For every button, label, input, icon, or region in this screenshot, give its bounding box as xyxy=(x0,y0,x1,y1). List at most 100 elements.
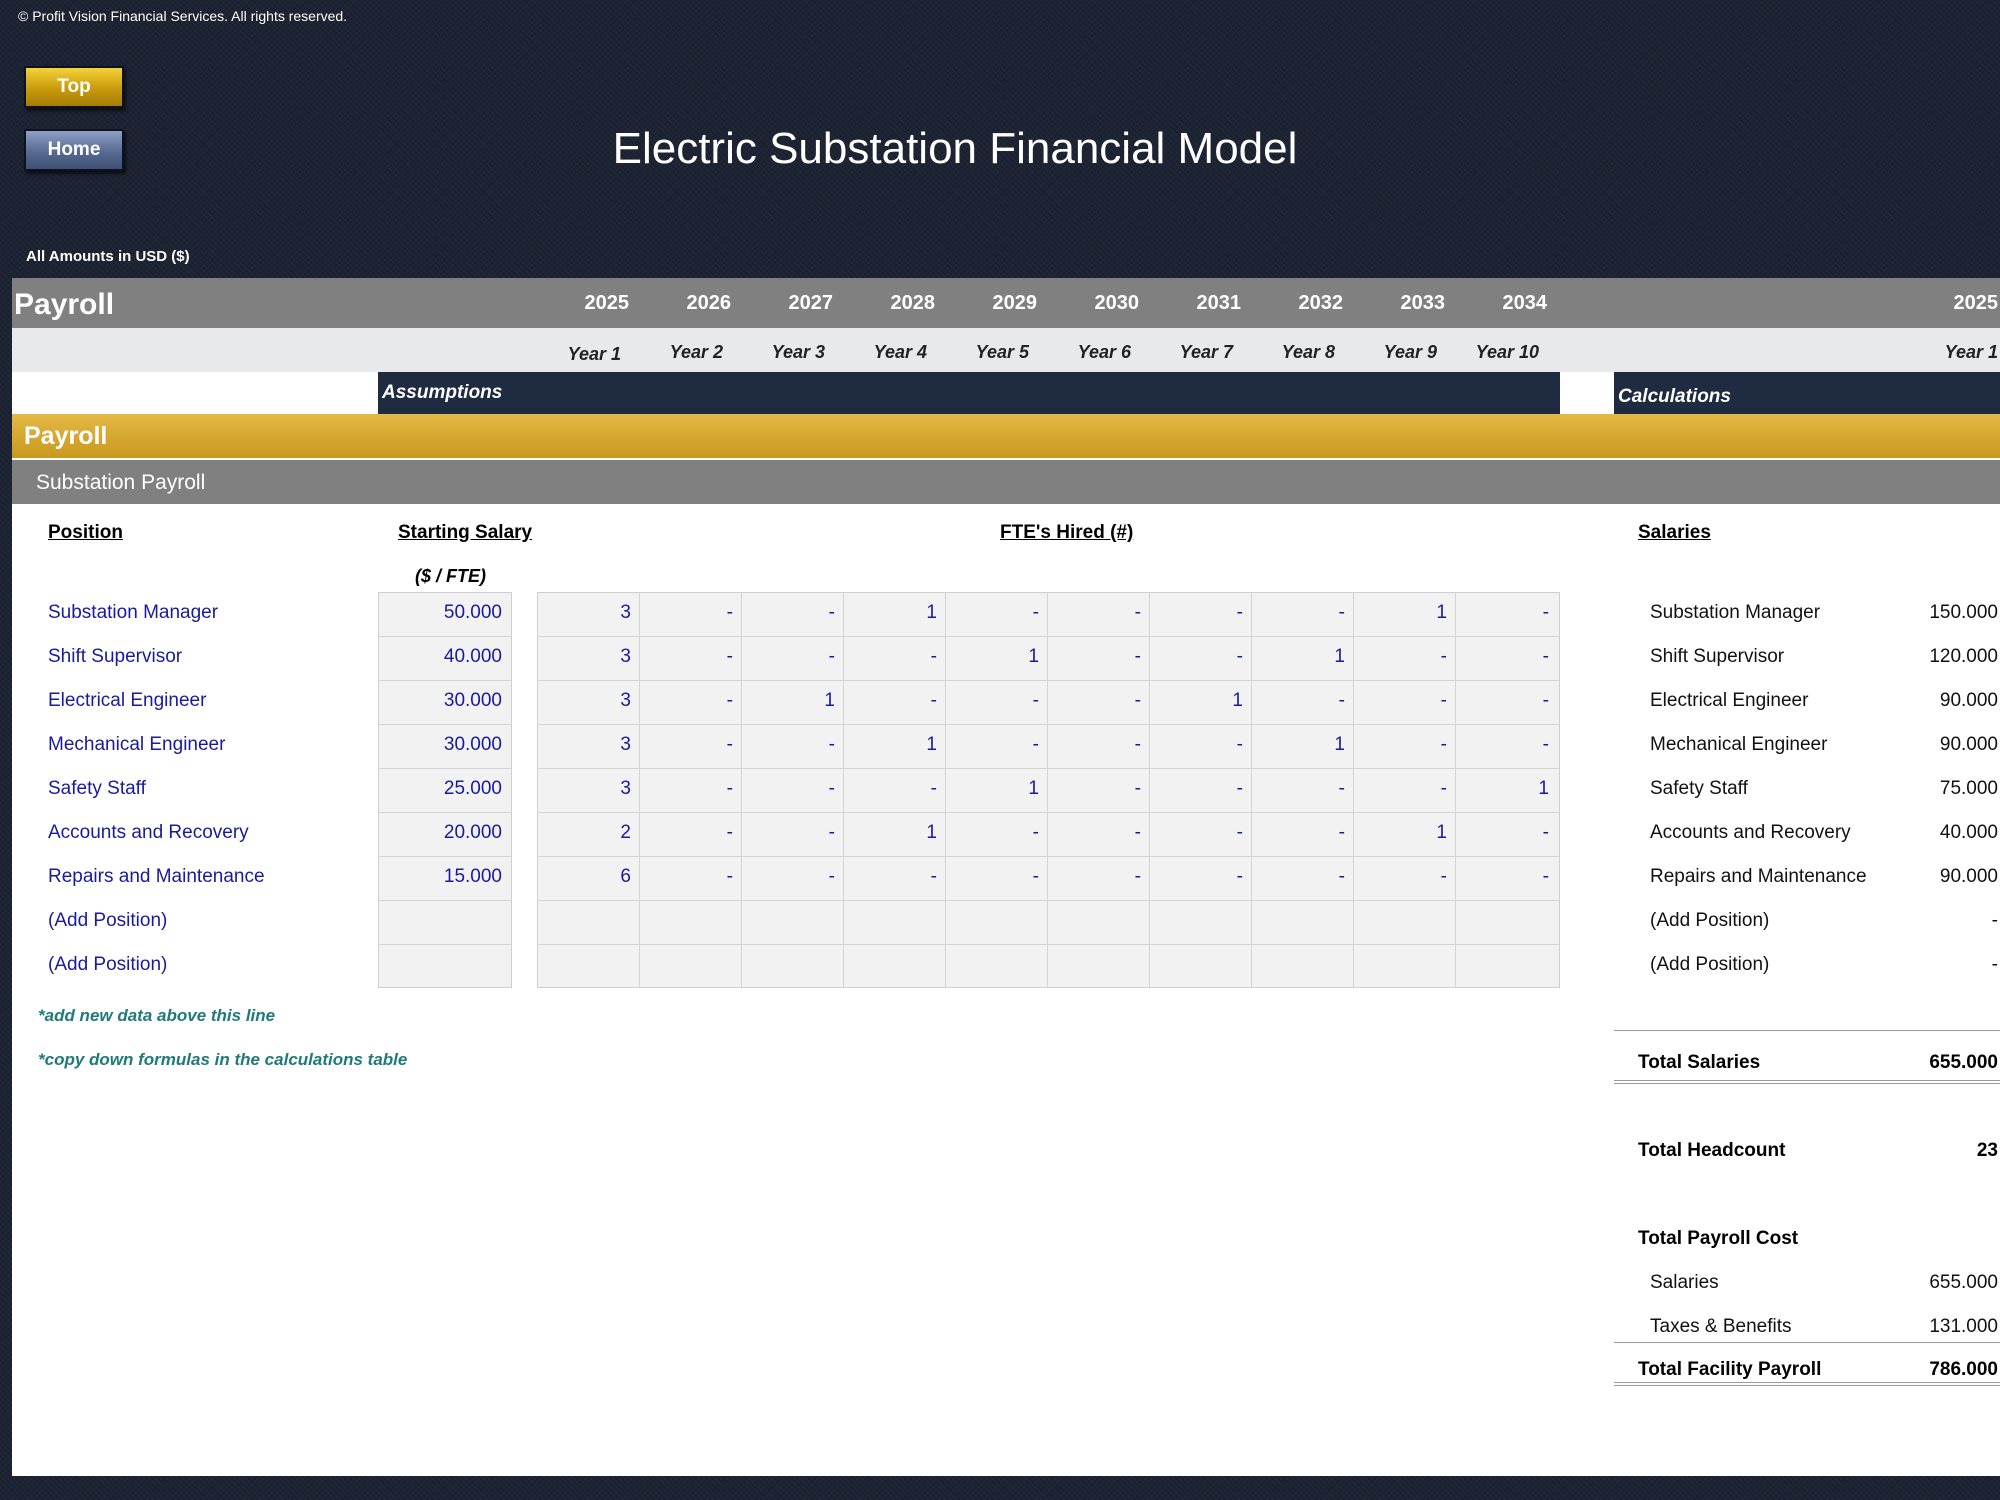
fte-cell[interactable]: - xyxy=(1251,602,1353,624)
starting-salary-cell[interactable]: 15.000 xyxy=(378,866,510,888)
fte-cell[interactable]: - xyxy=(639,866,741,888)
fte-cell[interactable]: - xyxy=(1353,778,1455,800)
fte-cell[interactable]: 1 xyxy=(1251,646,1353,668)
fte-cell[interactable]: 3 xyxy=(537,734,639,756)
fte-cell[interactable]: - xyxy=(1047,690,1149,712)
fte-cell[interactable]: - xyxy=(1047,602,1149,624)
calc-salary-value: 150.000 xyxy=(1929,602,1998,623)
starting-salary-cell[interactable]: 25.000 xyxy=(378,778,510,800)
fte-cell[interactable]: - xyxy=(1251,690,1353,712)
fte-cell[interactable]: - xyxy=(1353,734,1455,756)
table-row: (Add Position) (Add Position) - xyxy=(12,900,2000,944)
starting-salary-cell[interactable]: 30.000 xyxy=(378,690,510,712)
fte-cell[interactable]: 1 xyxy=(843,734,945,756)
calc-year-label: Year 1 xyxy=(1944,342,1998,362)
fte-cell[interactable]: 3 xyxy=(537,778,639,800)
fte-cell[interactable]: - xyxy=(741,822,843,844)
total-facility-payroll-label: Total Facility Payroll xyxy=(1638,1359,1822,1380)
year-label: Year 2 xyxy=(669,342,723,362)
fte-cell[interactable]: - xyxy=(741,646,843,668)
fte-cell[interactable]: - xyxy=(741,734,843,756)
payroll-salaries-value: 655.000 xyxy=(1929,1272,1998,1293)
fte-cell[interactable]: - xyxy=(741,778,843,800)
fte-cell[interactable]: - xyxy=(1149,734,1251,756)
fte-cell[interactable]: - xyxy=(1251,822,1353,844)
year-header: 2030 xyxy=(1094,292,1140,314)
fte-cell[interactable]: - xyxy=(1353,690,1455,712)
note-add-data: *add new data above this line xyxy=(38,1006,276,1025)
calc-year: 2025 xyxy=(1953,292,1999,314)
table-row: Electrical Engineer 30.000 3-1- - -1- - - Elect… xyxy=(12,680,2000,724)
fte-cell[interactable]: - xyxy=(945,602,1047,624)
fte-cell[interactable]: 1 xyxy=(843,602,945,624)
currency-label: All Amounts in USD ($) xyxy=(26,248,190,265)
fte-cell[interactable]: 1 xyxy=(1353,602,1455,624)
fte-cell[interactable]: 6 xyxy=(537,866,639,888)
fte-cell[interactable]: 1 xyxy=(1455,778,1557,800)
fte-cell[interactable]: - xyxy=(741,602,843,624)
fte-cell[interactable]: - xyxy=(945,822,1047,844)
fte-cell[interactable]: - xyxy=(639,646,741,668)
fte-cell[interactable]: - xyxy=(945,690,1047,712)
fte-cell[interactable]: - xyxy=(1149,778,1251,800)
top-button[interactable]: Top xyxy=(24,66,124,108)
fte-cell[interactable]: 1 xyxy=(1353,822,1455,844)
fte-cell[interactable]: - xyxy=(1455,602,1557,624)
fte-cell[interactable]: 1 xyxy=(945,778,1047,800)
fte-cell[interactable]: - xyxy=(1047,866,1149,888)
total-salaries-value: 655.000 xyxy=(1929,1052,1998,1073)
fte-cell[interactable]: - xyxy=(1455,734,1557,756)
table-row: Substation Manager 50.000 3- -1- - - -1- Substa… xyxy=(12,592,2000,636)
fte-cell[interactable]: - xyxy=(1149,866,1251,888)
fte-cell[interactable]: - xyxy=(1251,866,1353,888)
fte-cell[interactable]: - xyxy=(1047,734,1149,756)
fte-cell[interactable]: 1 xyxy=(843,822,945,844)
fte-cell[interactable]: 2 xyxy=(537,822,639,844)
header-section-title: Payroll xyxy=(14,288,115,321)
fte-cell[interactable]: - xyxy=(1149,646,1251,668)
fte-cell[interactable]: - xyxy=(945,866,1047,888)
fte-cell[interactable]: 3 xyxy=(537,602,639,624)
fte-cell[interactable]: - xyxy=(639,734,741,756)
fte-cell[interactable]: - xyxy=(639,822,741,844)
fte-cell[interactable]: - xyxy=(1149,822,1251,844)
total-facility-payroll-value: 786.000 xyxy=(1929,1359,1998,1380)
starting-salary-cell[interactable]: 30.000 xyxy=(378,734,510,756)
header-bar: Payroll 2025 2026 2027 2028 2029 2030 2031 2032… xyxy=(12,278,2000,328)
fte-cell[interactable]: - xyxy=(639,690,741,712)
fte-cell[interactable]: 1 xyxy=(1149,690,1251,712)
fte-cell[interactable]: - xyxy=(1353,866,1455,888)
fte-cell[interactable]: - xyxy=(639,778,741,800)
fte-cell[interactable]: - xyxy=(1251,778,1353,800)
table-row: Accounts and Recovery 20.000 2- -1- - - -1- Acc… xyxy=(12,812,2000,856)
fte-cell[interactable]: - xyxy=(945,734,1047,756)
fte-cell[interactable]: - xyxy=(1455,646,1557,668)
fte-cell[interactable]: - xyxy=(843,866,945,888)
fte-cell[interactable]: - xyxy=(843,778,945,800)
fte-cell[interactable]: 3 xyxy=(537,646,639,668)
fte-cell[interactable]: - xyxy=(741,866,843,888)
fte-cell[interactable]: 1 xyxy=(1251,734,1353,756)
year-label: Year 7 xyxy=(1179,342,1233,362)
fte-cell[interactable]: - xyxy=(843,646,945,668)
position-name: (Add Position) xyxy=(48,954,168,975)
fte-cell[interactable]: - xyxy=(1047,778,1149,800)
starting-salary-cell[interactable]: 20.000 xyxy=(378,822,510,844)
fte-cell[interactable]: 1 xyxy=(741,690,843,712)
fte-cell[interactable]: - xyxy=(1455,866,1557,888)
fte-cell[interactable]: 1 xyxy=(945,646,1047,668)
fte-cell[interactable]: - xyxy=(1455,690,1557,712)
fte-cell[interactable]: - xyxy=(1149,602,1251,624)
fte-cell[interactable]: - xyxy=(1047,822,1149,844)
fte-cell[interactable]: - xyxy=(1353,646,1455,668)
fte-cell[interactable]: 3 xyxy=(537,690,639,712)
fte-cell[interactable]: - xyxy=(843,690,945,712)
fte-cell[interactable]: - xyxy=(1455,822,1557,844)
starting-salary-cell[interactable]: 50.000 xyxy=(378,602,510,624)
year-label: Year 6 xyxy=(1077,342,1131,362)
column-header-salaries: Salaries xyxy=(1638,522,1711,543)
starting-salary-cell[interactable]: 40.000 xyxy=(378,646,510,668)
fte-cell[interactable]: - xyxy=(1047,646,1149,668)
spreadsheet: Payroll 2025 2026 2027 2028 2029 2030 2031 2032… xyxy=(12,278,2000,1476)
fte-cell[interactable]: - xyxy=(639,602,741,624)
